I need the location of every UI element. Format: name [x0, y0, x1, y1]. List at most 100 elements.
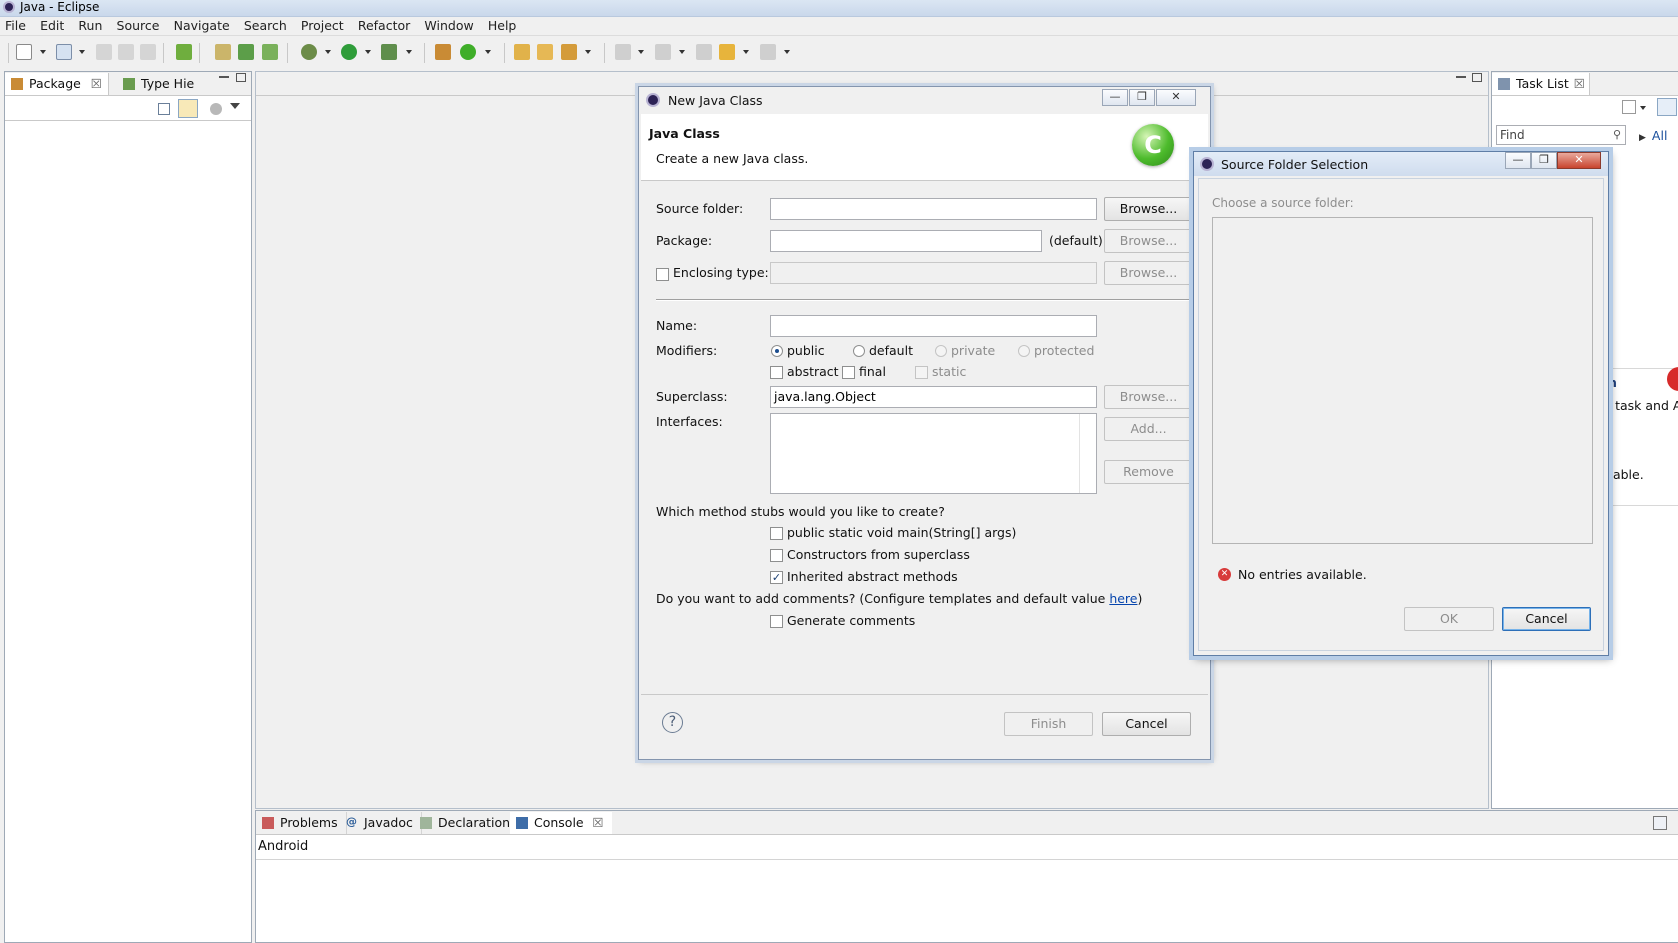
close-icon[interactable]: ☒ [91, 73, 102, 95]
finish-button[interactable]: Finish [1004, 712, 1093, 736]
forward-icon[interactable] [760, 44, 776, 60]
new-java-class-icon[interactable] [460, 44, 476, 60]
package-browse-button[interactable]: Browse... [1104, 229, 1193, 253]
last-edit-icon[interactable] [696, 44, 712, 60]
editor-minimize-icon[interactable] [1456, 76, 1466, 78]
menu-window[interactable]: Window [419, 17, 478, 35]
save-icon[interactable] [96, 44, 112, 60]
enclosing-type-input[interactable] [770, 262, 1097, 284]
debug-icon[interactable] [301, 44, 317, 60]
android-sdk-icon[interactable] [176, 44, 192, 60]
open-folder-icon[interactable] [537, 44, 553, 60]
minimize-icon[interactable] [219, 76, 229, 78]
editor-maximize-icon[interactable] [1472, 73, 1482, 82]
new-icon[interactable] [16, 44, 32, 60]
minimize-button[interactable]: — [1102, 89, 1128, 106]
open-type-icon[interactable] [56, 44, 72, 60]
modifier-protected-radio[interactable] [1018, 345, 1030, 357]
constructors-stub-checkbox[interactable] [770, 549, 783, 562]
menu-edit[interactable]: Edit [35, 17, 69, 35]
maximize-icon[interactable] [236, 73, 246, 82]
modifier-default-radio[interactable] [853, 345, 865, 357]
maximize-button[interactable]: ❐ [1129, 89, 1155, 106]
cancel-button[interactable]: Cancel [1102, 712, 1191, 736]
print-icon[interactable] [140, 44, 156, 60]
tab-javadoc[interactable]: @ Javadoc [340, 812, 422, 834]
menu-navigate[interactable]: Navigate [169, 17, 235, 35]
task-find-input[interactable]: Find ⚲ [1496, 125, 1626, 145]
android-xml-icon[interactable] [262, 44, 278, 60]
help-icon[interactable]: ? [662, 712, 683, 733]
forward-dropdown-icon[interactable] [784, 50, 790, 54]
new-task-icon[interactable] [1622, 100, 1636, 114]
class-name-input[interactable] [770, 315, 1097, 337]
run-icon[interactable] [341, 44, 357, 60]
task-all-link[interactable]: ▶ All [1639, 128, 1667, 146]
search-tool-icon[interactable] [561, 44, 577, 60]
task-view-icon[interactable] [1657, 98, 1677, 116]
search-dropdown-icon[interactable] [585, 50, 591, 54]
enclosing-type-browse-button[interactable]: Browse... [1104, 261, 1193, 285]
back-dropdown-icon[interactable] [743, 50, 749, 54]
next-annotation-icon[interactable] [615, 44, 631, 60]
selection-cancel-button[interactable]: Cancel [1502, 607, 1591, 631]
source-folder-list[interactable] [1212, 217, 1593, 544]
menu-file[interactable]: File [0, 17, 31, 35]
save-all-icon[interactable] [118, 44, 134, 60]
filters-icon[interactable] [210, 103, 222, 115]
close-icon[interactable]: ☒ [1574, 73, 1585, 95]
tab-package[interactable]: Package ☒ [5, 73, 109, 95]
source-folder-browse-button[interactable]: Browse... [1104, 197, 1193, 221]
source-folder-input[interactable] [770, 198, 1097, 220]
menu-help[interactable]: Help [483, 17, 522, 35]
main-method-stub-checkbox[interactable] [770, 527, 783, 540]
collapse-all-icon[interactable] [158, 103, 170, 115]
interfaces-scrollbar[interactable] [1079, 414, 1096, 493]
tab-console[interactable]: Console ☒ [510, 812, 612, 834]
open-project-icon[interactable] [514, 44, 530, 60]
tab-task-list[interactable]: Task List ☒ [1492, 73, 1590, 95]
superclass-input[interactable]: java.lang.Object [770, 386, 1097, 408]
new-dropdown-icon[interactable] [40, 50, 46, 54]
interfaces-list[interactable] [770, 413, 1097, 494]
open-dropdown-icon[interactable] [79, 50, 85, 54]
inherited-methods-stub-checkbox[interactable]: ✓ [770, 571, 783, 584]
prev-annotation-icon[interactable] [655, 44, 671, 60]
menu-project[interactable]: Project [296, 17, 349, 35]
close-button[interactable]: ✕ [1557, 152, 1601, 169]
new-class-dropdown-icon[interactable] [485, 50, 491, 54]
menu-refactor[interactable]: Refactor [353, 17, 415, 35]
modifier-final-checkbox[interactable] [842, 366, 855, 379]
superclass-browse-button[interactable]: Browse... [1104, 385, 1193, 409]
minimize-button[interactable]: — [1505, 152, 1531, 169]
close-button[interactable]: ✕ [1156, 89, 1196, 106]
view-menu-icon[interactable] [230, 103, 240, 109]
ok-button[interactable]: OK [1404, 607, 1494, 631]
tab-problems[interactable]: Problems [256, 812, 347, 834]
menu-run[interactable]: Run [73, 17, 107, 35]
package-input[interactable] [770, 230, 1042, 252]
console-options-icon[interactable] [1653, 816, 1667, 830]
debug-dropdown-icon[interactable] [325, 50, 331, 54]
new-task-dropdown-icon[interactable] [1640, 106, 1646, 110]
android-test-icon[interactable] [238, 44, 254, 60]
generate-comments-checkbox[interactable] [770, 615, 783, 628]
modifier-abstract-checkbox[interactable] [770, 366, 783, 379]
close-icon[interactable]: ☒ [592, 812, 603, 834]
link-with-editor-icon[interactable] [178, 99, 198, 118]
interfaces-remove-button[interactable]: Remove [1104, 460, 1193, 484]
menu-search[interactable]: Search [239, 17, 292, 35]
tab-declaration[interactable]: Declaration [414, 812, 520, 834]
android-project-icon[interactable] [215, 44, 231, 60]
next-annotation-dropdown-icon[interactable] [638, 50, 644, 54]
prev-annotation-dropdown-icon[interactable] [679, 50, 685, 54]
external-tools-icon[interactable] [381, 44, 397, 60]
maximize-button[interactable]: ❐ [1531, 152, 1557, 169]
enclosing-type-checkbox[interactable] [656, 268, 669, 281]
new-java-package-icon[interactable] [435, 44, 451, 60]
external-tools-dropdown-icon[interactable] [406, 50, 412, 54]
modifier-public-radio[interactable] [771, 345, 783, 357]
menu-source[interactable]: Source [112, 17, 165, 35]
configure-templates-link[interactable]: here [1109, 591, 1137, 606]
modifier-private-radio[interactable] [935, 345, 947, 357]
